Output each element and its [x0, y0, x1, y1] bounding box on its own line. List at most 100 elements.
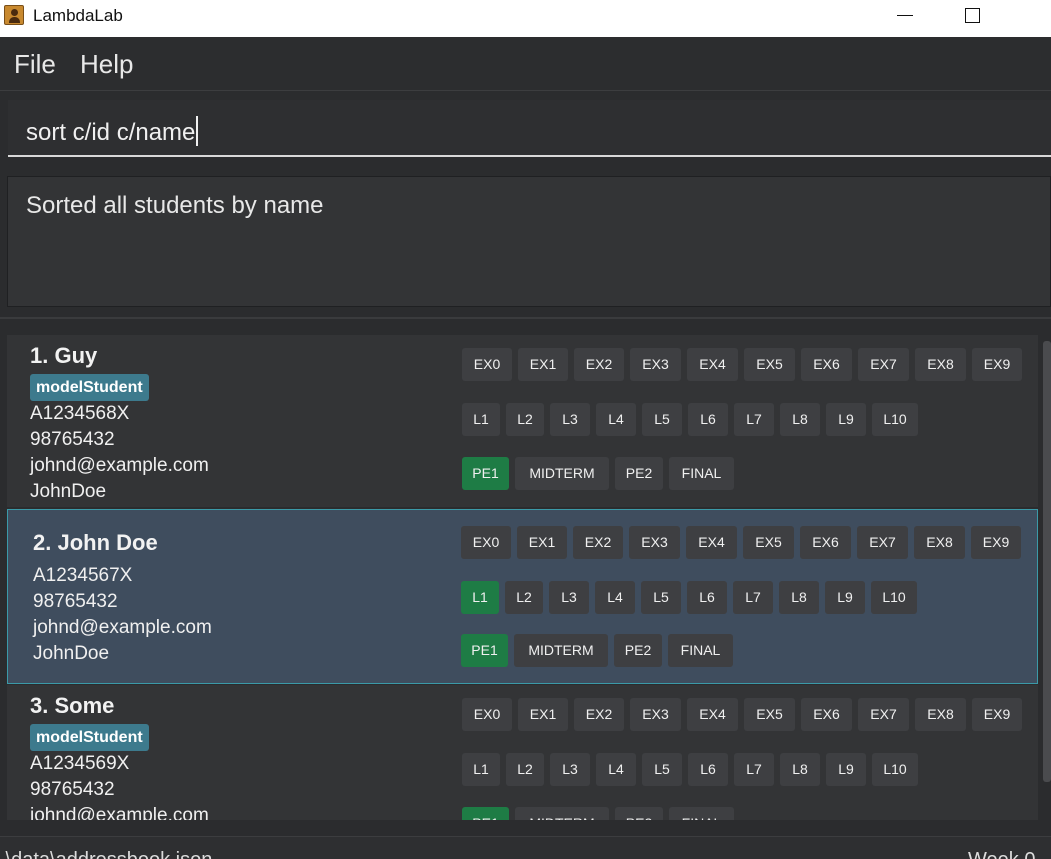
- exercise-chip[interactable]: EX2: [573, 526, 623, 559]
- maximize-button[interactable]: [948, 0, 998, 32]
- exam-chip[interactable]: PE2: [615, 457, 663, 490]
- exercise-chip[interactable]: EX4: [687, 698, 738, 731]
- lab-chip[interactable]: L5: [642, 403, 682, 436]
- lab-chip[interactable]: L9: [826, 403, 866, 436]
- status-bar: .\data\addressbook.json Week 0: [0, 836, 1051, 859]
- exercise-chip[interactable]: EX6: [801, 348, 852, 381]
- lab-chip[interactable]: L1: [462, 403, 500, 436]
- lab-chip[interactable]: L2: [505, 581, 543, 614]
- exercise-chip[interactable]: EX7: [858, 698, 909, 731]
- lab-chip[interactable]: L9: [825, 581, 865, 614]
- lab-chip[interactable]: L7: [734, 753, 774, 786]
- exercise-chip[interactable]: EX0: [462, 348, 512, 381]
- result-display: Sorted all students by name: [7, 176, 1051, 307]
- lab-chip[interactable]: L9: [826, 753, 866, 786]
- lab-chip[interactable]: L10: [871, 581, 917, 614]
- exercise-chip[interactable]: EX1: [518, 698, 568, 731]
- exercise-chip[interactable]: EX7: [857, 526, 908, 559]
- lab-chip[interactable]: L8: [779, 581, 819, 614]
- exam-chip[interactable]: PE2: [615, 807, 663, 820]
- week-indicator: Week 0: [968, 849, 1035, 859]
- lab-chip[interactable]: L2: [506, 403, 544, 436]
- result-message: Sorted all students by name: [26, 192, 324, 219]
- exercise-chip[interactable]: EX9: [972, 698, 1022, 731]
- lab-chip[interactable]: L10: [872, 403, 918, 436]
- exercise-chip[interactable]: EX2: [574, 348, 624, 381]
- lab-chip[interactable]: L8: [780, 753, 820, 786]
- student-card[interactable]: 2. John Doe A1234567X 98765432 johnd@exampl…: [7, 509, 1038, 684]
- exam-chip[interactable]: FINAL: [669, 457, 734, 490]
- lab-chip[interactable]: L7: [734, 403, 774, 436]
- exam-chip[interactable]: PE2: [614, 634, 662, 667]
- lab-chip[interactable]: L6: [688, 753, 728, 786]
- tag-badge: modelStudent: [30, 374, 149, 401]
- minimize-button[interactable]: [880, 0, 930, 32]
- exercise-chip[interactable]: EX8: [914, 526, 965, 559]
- lab-chip[interactable]: L8: [780, 403, 820, 436]
- exercise-chip[interactable]: EX6: [801, 698, 852, 731]
- lab-chip[interactable]: L1: [462, 753, 500, 786]
- exercise-chip[interactable]: EX9: [972, 348, 1022, 381]
- lab-chip[interactable]: L4: [596, 753, 636, 786]
- student-name: 2. John Doe: [33, 530, 158, 555]
- window-title: LambdaLab: [33, 6, 123, 25]
- lab-chip[interactable]: L3: [550, 403, 590, 436]
- exercise-chip[interactable]: EX4: [687, 348, 738, 381]
- phone-number: 98765432: [30, 779, 115, 800]
- exercise-chip[interactable]: EX1: [518, 348, 568, 381]
- tag-badge: modelStudent: [30, 724, 149, 751]
- exercise-chip[interactable]: EX4: [686, 526, 737, 559]
- exercise-chip[interactable]: EX0: [461, 526, 511, 559]
- exercise-chip[interactable]: EX2: [574, 698, 624, 731]
- exercise-chip[interactable]: EX9: [971, 526, 1021, 559]
- menu-bar: File Help: [0, 37, 1051, 91]
- exam-chip[interactable]: MIDTERM: [515, 457, 609, 490]
- exam-chip[interactable]: MIDTERM: [514, 634, 608, 667]
- exercise-chip[interactable]: EX6: [800, 526, 851, 559]
- lab-chip[interactable]: L3: [550, 753, 590, 786]
- telegram-handle: JohnDoe: [30, 481, 107, 502]
- exercise-chip[interactable]: EX3: [629, 526, 680, 559]
- exercise-chip[interactable]: EX8: [915, 698, 966, 731]
- exercise-chip[interactable]: EX8: [915, 348, 966, 381]
- exam-chip[interactable]: FINAL: [668, 634, 733, 667]
- student-list[interactable]: 1. Guy modelStudent A1234568X 98765432 johnd…: [0, 319, 1051, 820]
- exercise-chip[interactable]: EX1: [517, 526, 567, 559]
- exam-chip[interactable]: PE1: [462, 807, 509, 820]
- lab-chip[interactable]: L10: [872, 753, 918, 786]
- lab-chip[interactable]: L6: [688, 403, 728, 436]
- student-card[interactable]: 1. Guy modelStudent A1234568X 98765432 johnd…: [7, 335, 1038, 507]
- exercise-chip[interactable]: EX3: [630, 348, 681, 381]
- scrollbar-thumb[interactable]: [1043, 341, 1051, 782]
- lab-chip[interactable]: L5: [642, 753, 682, 786]
- exercise-chip[interactable]: EX5: [743, 526, 794, 559]
- exercise-chip[interactable]: EX5: [744, 698, 795, 731]
- exam-chip[interactable]: FINAL: [669, 807, 734, 820]
- lab-chip[interactable]: L7: [733, 581, 773, 614]
- lab-chip[interactable]: L4: [595, 581, 635, 614]
- lab-chip[interactable]: L2: [506, 753, 544, 786]
- lab-chip[interactable]: L1: [461, 581, 499, 614]
- lab-chip[interactable]: L4: [596, 403, 636, 436]
- exam-chip[interactable]: PE1: [461, 634, 508, 667]
- exercise-chip[interactable]: EX7: [858, 348, 909, 381]
- phone-number: 98765432: [30, 429, 115, 450]
- command-input[interactable]: sort c/id c/name: [8, 100, 1051, 157]
- email-address: johnd@example.com: [33, 617, 212, 638]
- exercise-chip[interactable]: EX3: [630, 698, 681, 731]
- menu-file[interactable]: File: [14, 49, 56, 80]
- phone-number: 98765432: [33, 591, 118, 612]
- student-name: 3. Some: [30, 693, 115, 718]
- lab-chip[interactable]: L6: [687, 581, 727, 614]
- student-id: A1234569X: [30, 753, 130, 774]
- exercise-chip[interactable]: EX0: [462, 698, 512, 731]
- student-card[interactable]: 3. Some modelStudent A1234569X 98765432 john…: [7, 685, 1038, 820]
- lab-chip[interactable]: L5: [641, 581, 681, 614]
- exercise-chip[interactable]: EX5: [744, 348, 795, 381]
- lab-chip[interactable]: L3: [549, 581, 589, 614]
- email-address: johnd@example.com: [30, 455, 209, 476]
- title-bar: LambdaLab: [0, 0, 1051, 37]
- menu-help[interactable]: Help: [80, 49, 133, 80]
- exam-chip[interactable]: PE1: [462, 457, 509, 490]
- exam-chip[interactable]: MIDTERM: [515, 807, 609, 820]
